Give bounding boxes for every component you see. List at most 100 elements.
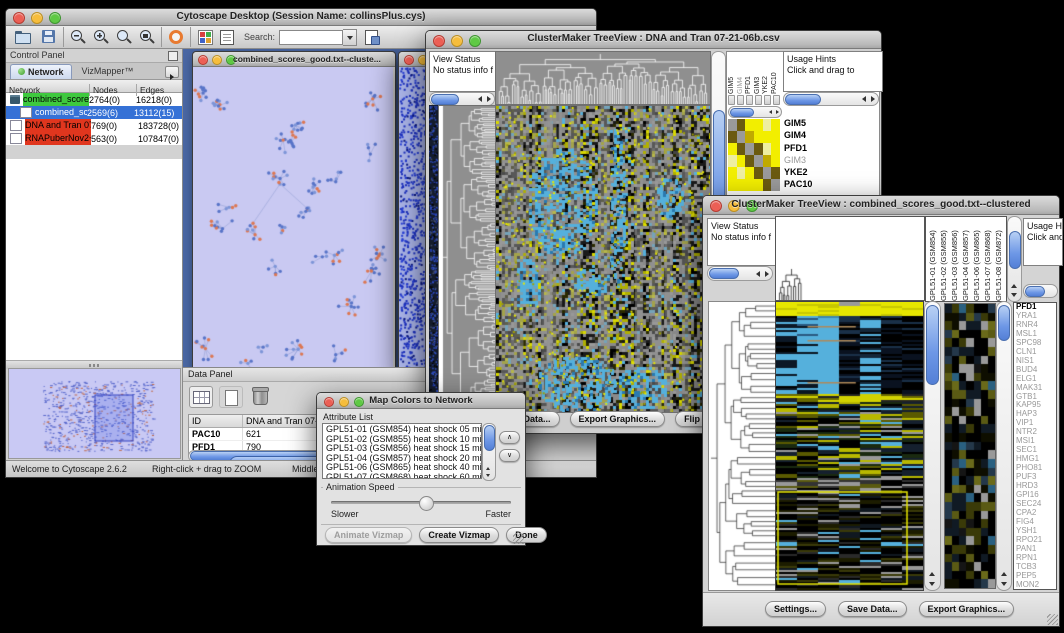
view-status-scrollbar[interactable] (707, 266, 773, 281)
matrix-cell[interactable] (754, 131, 763, 143)
column-dendrogram-canvas[interactable] (775, 216, 925, 301)
array-labels-scrollbar[interactable] (1007, 216, 1022, 302)
matrix-cell[interactable] (763, 167, 772, 179)
column-dendrogram-canvas[interactable] (495, 51, 711, 105)
zoom-panel-hscrollbar[interactable] (728, 106, 782, 118)
zoom-heatmap-matrix[interactable] (728, 119, 780, 191)
zoom-control-icon[interactable] (773, 95, 780, 105)
search-input[interactable] (279, 30, 343, 45)
save-icon[interactable] (40, 28, 58, 46)
dialog-button[interactable]: Create Vizmap (419, 527, 499, 543)
main-titlebar[interactable]: Cytoscape Desktop (Session Name: collins… (6, 9, 596, 26)
matrix-cell[interactable] (728, 143, 737, 155)
matrix-cell[interactable] (737, 143, 746, 155)
treeview-button[interactable]: Export Graphics... (570, 411, 666, 427)
id-column-header[interactable]: ID (189, 415, 243, 427)
matrix-cell[interactable] (771, 179, 780, 191)
zoom-control-icon[interactable] (737, 95, 744, 105)
matrix-cell[interactable] (728, 155, 737, 167)
matrix-cell[interactable] (754, 143, 763, 155)
attribute-listbox[interactable]: GPL51-01 (GSM854) heat shock 05 minGPL51… (322, 423, 482, 479)
matrix-cell[interactable] (763, 143, 772, 155)
matrix-cell[interactable] (728, 119, 737, 131)
treeview-button[interactable]: Export Graphics... (919, 601, 1015, 617)
matrix-cell[interactable] (754, 155, 763, 167)
view-status-scrollbar[interactable] (429, 92, 495, 106)
matrix-cell[interactable] (771, 143, 780, 155)
matrix-cell[interactable] (745, 155, 754, 167)
matrix-cell[interactable] (728, 131, 737, 143)
matrix-cell[interactable] (771, 167, 780, 179)
network-table-row[interactable]: combined_sco2569(6)13112(15) (6, 106, 182, 119)
vizmapper-grid-icon[interactable] (196, 28, 214, 46)
heatmap-vscrollbar[interactable] (924, 301, 941, 591)
matrix-cell[interactable] (771, 155, 780, 167)
import-attributes-icon[interactable] (363, 28, 381, 46)
matrix-cell[interactable] (737, 167, 746, 179)
zoom-selected-icon[interactable] (138, 28, 156, 46)
matrix-cell[interactable] (737, 179, 746, 191)
open-file-icon[interactable] (14, 28, 32, 46)
matrix-cell[interactable] (745, 167, 754, 179)
row-dendrogram-canvas[interactable] (438, 105, 497, 413)
move-up-button[interactable]: ∧ (499, 431, 520, 444)
minimize-icon[interactable] (212, 55, 222, 65)
delete-attribute-icon[interactable] (249, 386, 271, 406)
matrix-cell[interactable] (763, 131, 772, 143)
help-ring-icon[interactable] (167, 28, 185, 46)
gene-list-scrollbar[interactable] (996, 301, 1012, 591)
zoom-out-icon[interactable] (69, 28, 87, 46)
matrix-cell[interactable] (745, 131, 754, 143)
attribute-table-icon[interactable] (189, 386, 213, 408)
matrix-cell[interactable] (763, 119, 772, 131)
move-down-button[interactable]: ∨ (499, 449, 520, 462)
zoom-fit-icon[interactable] (115, 28, 133, 46)
network-table-row[interactable]: combined_scores2764(0)16218(0) (6, 93, 182, 106)
float-panel-icon[interactable] (168, 51, 178, 61)
zoom-in-icon[interactable] (92, 28, 110, 46)
matrix-cell[interactable] (737, 119, 746, 131)
annotation-icon[interactable] (218, 28, 236, 46)
network-table-row[interactable]: RNAPuberNov2+I563(0)107847(0) (6, 132, 182, 145)
usage-hints-scrollbar[interactable] (783, 92, 879, 106)
animation-speed-slider[interactable] (331, 501, 511, 504)
new-attribute-icon[interactable] (219, 386, 243, 408)
matrix-cell[interactable] (745, 143, 754, 155)
tab-vizmapper[interactable]: VizMapper™ (82, 66, 134, 76)
matrix-cell[interactable] (771, 119, 780, 131)
matrix-cell[interactable] (745, 179, 754, 191)
network-overview-canvas[interactable] (8, 368, 181, 459)
zoom-control-icon[interactable] (746, 95, 753, 105)
zoom-control-icon[interactable] (764, 95, 771, 105)
matrix-cell[interactable] (763, 155, 772, 167)
network-view-canvas[interactable] (193, 67, 393, 373)
close-icon[interactable] (404, 55, 414, 65)
zoom-control-icon[interactable] (755, 95, 762, 105)
attribute-item[interactable]: GPL51-07 (GSM868) heat shock 60 min (326, 473, 481, 480)
matrix-cell[interactable] (745, 119, 754, 131)
attribute-list-scrollbar[interactable] (482, 423, 496, 481)
tab-scroll-right-icon[interactable] (165, 66, 179, 78)
matrix-cell[interactable] (754, 179, 763, 191)
close-icon[interactable] (198, 55, 208, 65)
matrix-cell[interactable] (728, 179, 737, 191)
matrix-cell[interactable] (728, 167, 737, 179)
treeview-button[interactable]: Save Data... (838, 601, 907, 617)
resize-grip[interactable] (1047, 614, 1058, 625)
network-table-row[interactable]: DNA and Tran 07769(0)183728(0) (6, 119, 182, 132)
zoom-controls-icons[interactable] (728, 95, 780, 104)
search-dropdown-icon[interactable] (343, 29, 357, 46)
treeview-button[interactable]: Settings... (765, 601, 826, 617)
resize-grip[interactable] (513, 533, 524, 544)
matrix-cell[interactable] (754, 119, 763, 131)
zoom-heatmap-canvas[interactable] (944, 303, 996, 589)
matrix-cell[interactable] (771, 131, 780, 143)
global-heatmap-canvas[interactable] (495, 105, 711, 413)
matrix-cell[interactable] (754, 167, 763, 179)
matrix-cell[interactable] (737, 155, 746, 167)
zoom-control-icon[interactable] (728, 95, 735, 105)
row-dendrogram-canvas[interactable] (708, 301, 776, 591)
usage-hints-scrollbar[interactable] (1023, 284, 1058, 298)
matrix-cell[interactable] (763, 179, 772, 191)
global-heatmap-canvas[interactable] (775, 301, 924, 591)
